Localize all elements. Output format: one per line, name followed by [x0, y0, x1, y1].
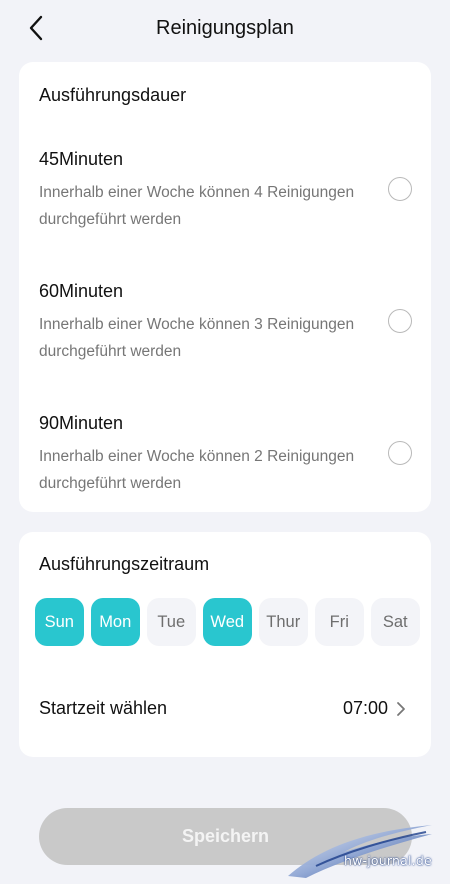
- option-label: 90Minuten: [39, 413, 124, 433]
- option-description: Innerhalb einer Woche können 3 Reinigung…: [39, 316, 355, 360]
- start-time-row[interactable]: Startzeit wählen 07:00: [19, 692, 431, 726]
- radio-button[interactable]: [388, 177, 412, 201]
- radio-button[interactable]: [388, 441, 412, 465]
- period-card: Ausführungszeitraum Sun Mon Tue Wed Thur…: [19, 532, 431, 757]
- day-sat[interactable]: Sat: [371, 598, 420, 646]
- duration-option-60[interactable]: 60Minuten Innerhalb einer Woche können 3…: [19, 281, 431, 391]
- watermark-text: hw-journal.de: [344, 853, 432, 868]
- watermark-logo: [288, 825, 432, 878]
- day-sun[interactable]: Sun: [35, 598, 84, 646]
- page-title: Reinigungsplan: [156, 17, 294, 39]
- header: Reinigungsplan: [0, 0, 450, 58]
- day-mon[interactable]: Mon: [91, 598, 140, 646]
- option-description: Innerhalb einer Woche können 4 Reinigung…: [39, 184, 355, 228]
- chevron-right-icon: [397, 702, 405, 716]
- start-time-label: Startzeit wählen: [39, 698, 168, 718]
- option-description: Innerhalb einer Woche können 2 Reinigung…: [39, 448, 355, 492]
- duration-option-90[interactable]: 90Minuten Innerhalb einer Woche können 2…: [19, 413, 431, 523]
- duration-card: Ausführungsdauer 45Minuten Innerhalb ein…: [19, 62, 431, 512]
- option-label: 60Minuten: [39, 281, 124, 301]
- day-wed[interactable]: Wed: [203, 598, 252, 646]
- period-section-title: Ausführungszeitraum: [39, 554, 210, 574]
- radio-button[interactable]: [388, 309, 412, 333]
- duration-option-45[interactable]: 45Minuten Innerhalb einer Woche können 4…: [19, 149, 431, 259]
- start-time-value: 07:00: [342, 698, 388, 718]
- day-thur[interactable]: Thur: [259, 598, 308, 646]
- option-label: 45Minuten: [39, 149, 124, 169]
- duration-section-title: Ausführungsdauer: [39, 85, 187, 105]
- day-tue[interactable]: Tue: [147, 598, 196, 646]
- weekday-selector: Sun Mon Tue Wed Thur Fri Sat: [35, 598, 420, 646]
- day-fri[interactable]: Fri: [315, 598, 364, 646]
